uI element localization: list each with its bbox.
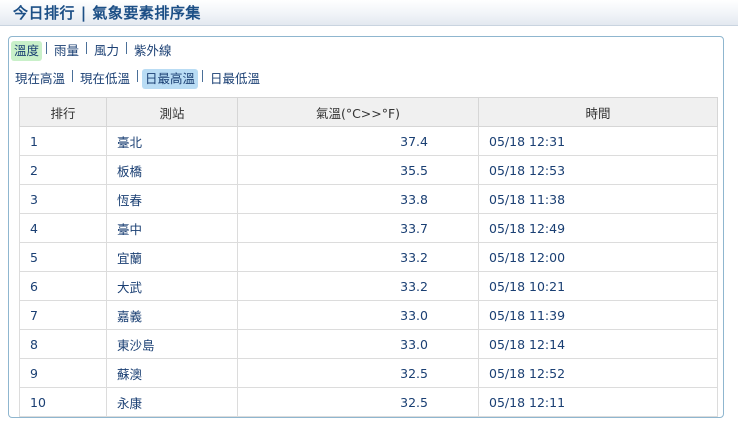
time-cell: 05/18 12:00 — [478, 242, 718, 272]
station-cell[interactable]: 宜蘭 — [106, 242, 238, 272]
station-cell[interactable]: 東沙島 — [106, 329, 238, 359]
table-row: 4 臺中 33.7 05/18 12:49 — [19, 213, 718, 243]
table-row: 10 永康 32.5 05/18 12:11 — [19, 387, 718, 417]
time-cell: 05/18 12:14 — [478, 329, 718, 359]
rank-cell: 3 — [19, 184, 107, 214]
temperature-cell: 33.2 — [237, 242, 479, 272]
temperature-cell: 33.0 — [237, 300, 479, 330]
time-cell: 05/18 10:21 — [478, 271, 718, 301]
station-cell[interactable]: 恆春 — [106, 184, 238, 214]
table-row: 3 恆春 33.8 05/18 11:38 — [19, 184, 718, 214]
temperature-cell: 37.4 — [237, 126, 479, 156]
time-cell: 05/18 11:38 — [478, 184, 718, 214]
table-row: 6 大武 33.2 05/18 10:21 — [19, 271, 718, 301]
time-cell: 05/18 12:53 — [478, 155, 718, 185]
temperature-cell: 32.5 — [237, 358, 479, 388]
element-tabs: 溫度 雨量 風力 紫外線 — [11, 40, 175, 62]
time-cell: 05/18 12:52 — [478, 358, 718, 388]
subtab-daily-high[interactable]: 日最高溫 — [142, 69, 199, 89]
station-cell[interactable]: 板橋 — [106, 155, 238, 185]
subtab-current-low[interactable]: 現在低溫 — [77, 69, 133, 89]
subtab-separator — [137, 70, 139, 82]
page-title: 今日排行 | 氣象要素排序集 — [13, 4, 201, 22]
temperature-subtabs: 現在高溫 現在低溫 日最高溫 日最低溫 — [12, 68, 263, 90]
tab-separator — [126, 42, 128, 54]
rank-cell: 5 — [19, 242, 107, 272]
temperature-cell: 35.5 — [237, 155, 479, 185]
ranking-table: 排行 測站 氣溫(°C>>°F) 時間 1 臺北 37.4 05/18 12:31 2 板… — [19, 97, 718, 417]
table-row: 1 臺北 37.4 05/18 12:31 — [19, 126, 718, 156]
table-row: 2 板橋 35.5 05/18 12:53 — [19, 155, 718, 185]
subtab-separator — [72, 70, 74, 82]
table-row: 5 宜蘭 33.2 05/18 12:00 — [19, 242, 718, 272]
tab-rainfall[interactable]: 雨量 — [51, 41, 82, 61]
temperature-cell: 33.7 — [237, 213, 479, 243]
table-body: 1 臺北 37.4 05/18 12:31 2 板橋 35.5 05/18 12:53 3 恆春 3… — [19, 126, 718, 417]
rank-cell: 9 — [19, 358, 107, 388]
temperature-cell: 33.0 — [237, 329, 479, 359]
rank-cell: 8 — [19, 329, 107, 359]
rank-cell: 2 — [19, 155, 107, 185]
subtab-daily-low[interactable]: 日最低溫 — [207, 69, 263, 89]
tab-separator — [46, 42, 48, 54]
ranking-panel: 溫度 雨量 風力 紫外線 現在高溫 現在低溫 日最高溫 日最低溫 排行 測站 氣… — [8, 36, 724, 418]
temperature-cell: 32.5 — [237, 387, 479, 417]
column-header-time: 時間 — [478, 97, 718, 127]
time-cell: 05/18 11:39 — [478, 300, 718, 330]
station-cell[interactable]: 嘉義 — [106, 300, 238, 330]
station-cell[interactable]: 永康 — [106, 387, 238, 417]
title-bar: 今日排行 | 氣象要素排序集 — [0, 0, 738, 26]
column-header-rank: 排行 — [19, 97, 107, 127]
rank-cell: 4 — [19, 213, 107, 243]
tab-uv[interactable]: 紫外線 — [131, 41, 175, 61]
time-cell: 05/18 12:31 — [478, 126, 718, 156]
column-header-station: 測站 — [106, 97, 238, 127]
table-row: 9 蘇澳 32.5 05/18 12:52 — [19, 358, 718, 388]
subtab-separator — [202, 70, 204, 82]
time-cell: 05/18 12:11 — [478, 387, 718, 417]
tab-separator — [86, 42, 88, 54]
time-cell: 05/18 12:49 — [478, 213, 718, 243]
tab-wind[interactable]: 風力 — [91, 41, 122, 61]
temperature-cell: 33.2 — [237, 271, 479, 301]
temperature-cell: 33.8 — [237, 184, 479, 214]
rank-cell: 7 — [19, 300, 107, 330]
table-row: 8 東沙島 33.0 05/18 12:14 — [19, 329, 718, 359]
rank-cell: 10 — [19, 387, 107, 417]
rank-cell: 6 — [19, 271, 107, 301]
subtab-current-high[interactable]: 現在高溫 — [12, 69, 68, 89]
tab-temperature[interactable]: 溫度 — [11, 41, 43, 61]
station-cell[interactable]: 蘇澳 — [106, 358, 238, 388]
station-cell[interactable]: 大武 — [106, 271, 238, 301]
column-header-temperature[interactable]: 氣溫(°C>>°F) — [237, 97, 479, 127]
rank-cell: 1 — [19, 126, 107, 156]
station-cell[interactable]: 臺中 — [106, 213, 238, 243]
station-cell[interactable]: 臺北 — [106, 126, 238, 156]
table-header-row: 排行 測站 氣溫(°C>>°F) 時間 — [19, 97, 718, 127]
table-row: 7 嘉義 33.0 05/18 11:39 — [19, 300, 718, 330]
